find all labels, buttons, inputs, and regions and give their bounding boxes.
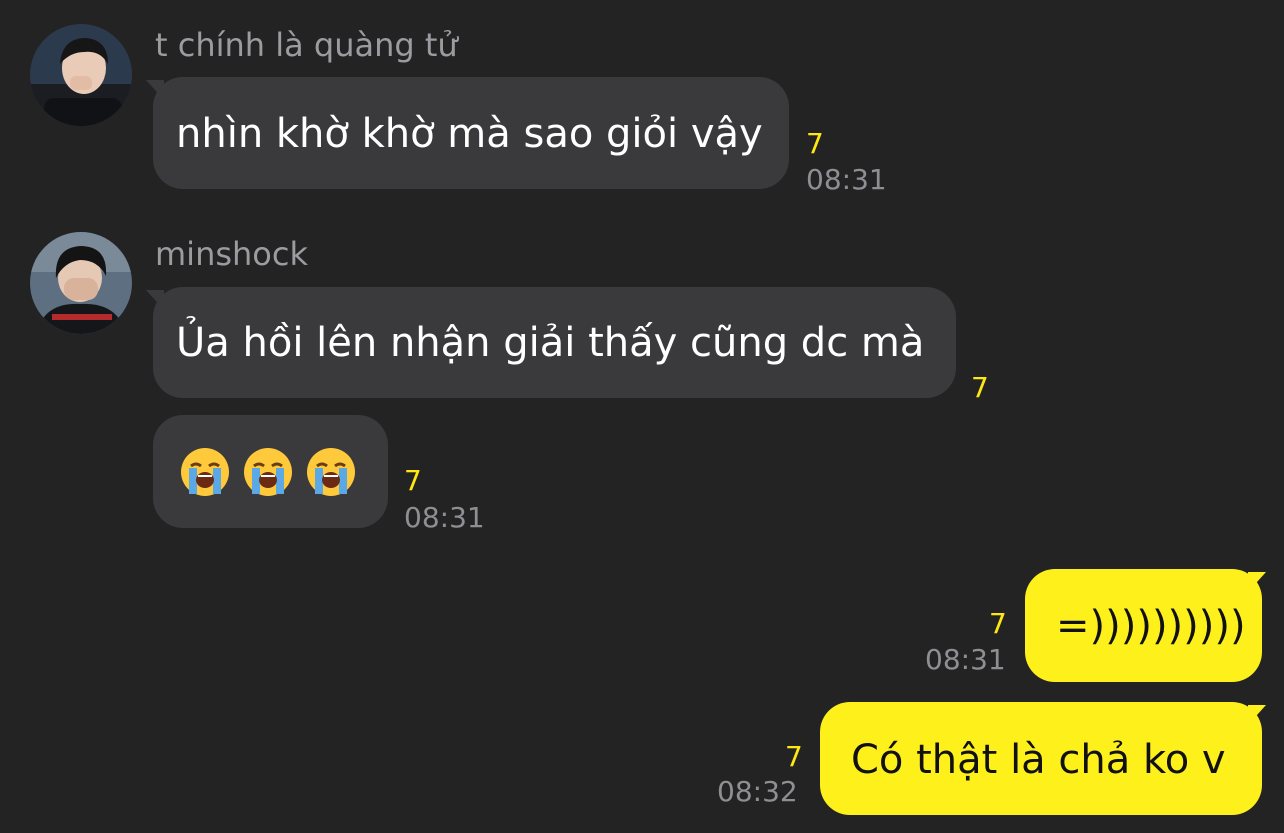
message-text: Có thật là chả ko v [851, 737, 1226, 783]
unread-count: 7 [404, 464, 422, 497]
avatar[interactable] [30, 24, 132, 126]
message-time: 08:31 [806, 163, 887, 196]
message-bubble[interactable]: Có thật là chả ko v [820, 702, 1262, 815]
emoji-message-bubble[interactable] [153, 415, 388, 528]
sender-name: minshock [155, 235, 308, 273]
message-bubble[interactable]: Ủa hồi lên nhận giải thấy cũng dc mà [153, 287, 956, 398]
unread-count: 7 [806, 127, 824, 160]
message-bubble[interactable]: nhìn khờ khờ mà sao giỏi vậy [153, 77, 789, 189]
unread-count: 7 [989, 607, 1007, 640]
avatar-photo [30, 232, 132, 334]
message-time: 08:31 [404, 501, 485, 534]
bubble-tail [1248, 572, 1266, 592]
unread-count: 7 [971, 371, 989, 404]
avatar-photo [30, 24, 132, 126]
message-text: Ủa hồi lên nhận giải thấy cũng dc mà [176, 320, 925, 366]
message-text: nhìn khờ khờ mà sao giỏi vậy [176, 111, 763, 157]
message-text: =)))))))))) [1056, 603, 1246, 649]
avatar[interactable] [30, 232, 132, 334]
loudly-crying-face-icon [244, 448, 292, 496]
message-time: 08:31 [925, 643, 1006, 676]
loudly-crying-face-icon [181, 448, 229, 496]
loudly-crying-face-icon [307, 448, 355, 496]
message-time: 08:32 [717, 775, 798, 808]
unread-count: 7 [785, 740, 803, 773]
sender-name: t chính là quàng tử [155, 26, 458, 64]
chat-room: t chính là quàng tử nhìn khờ khờ mà sao … [0, 0, 1284, 833]
bubble-tail [1248, 705, 1266, 725]
message-bubble[interactable]: =)))))))))) [1025, 569, 1262, 682]
